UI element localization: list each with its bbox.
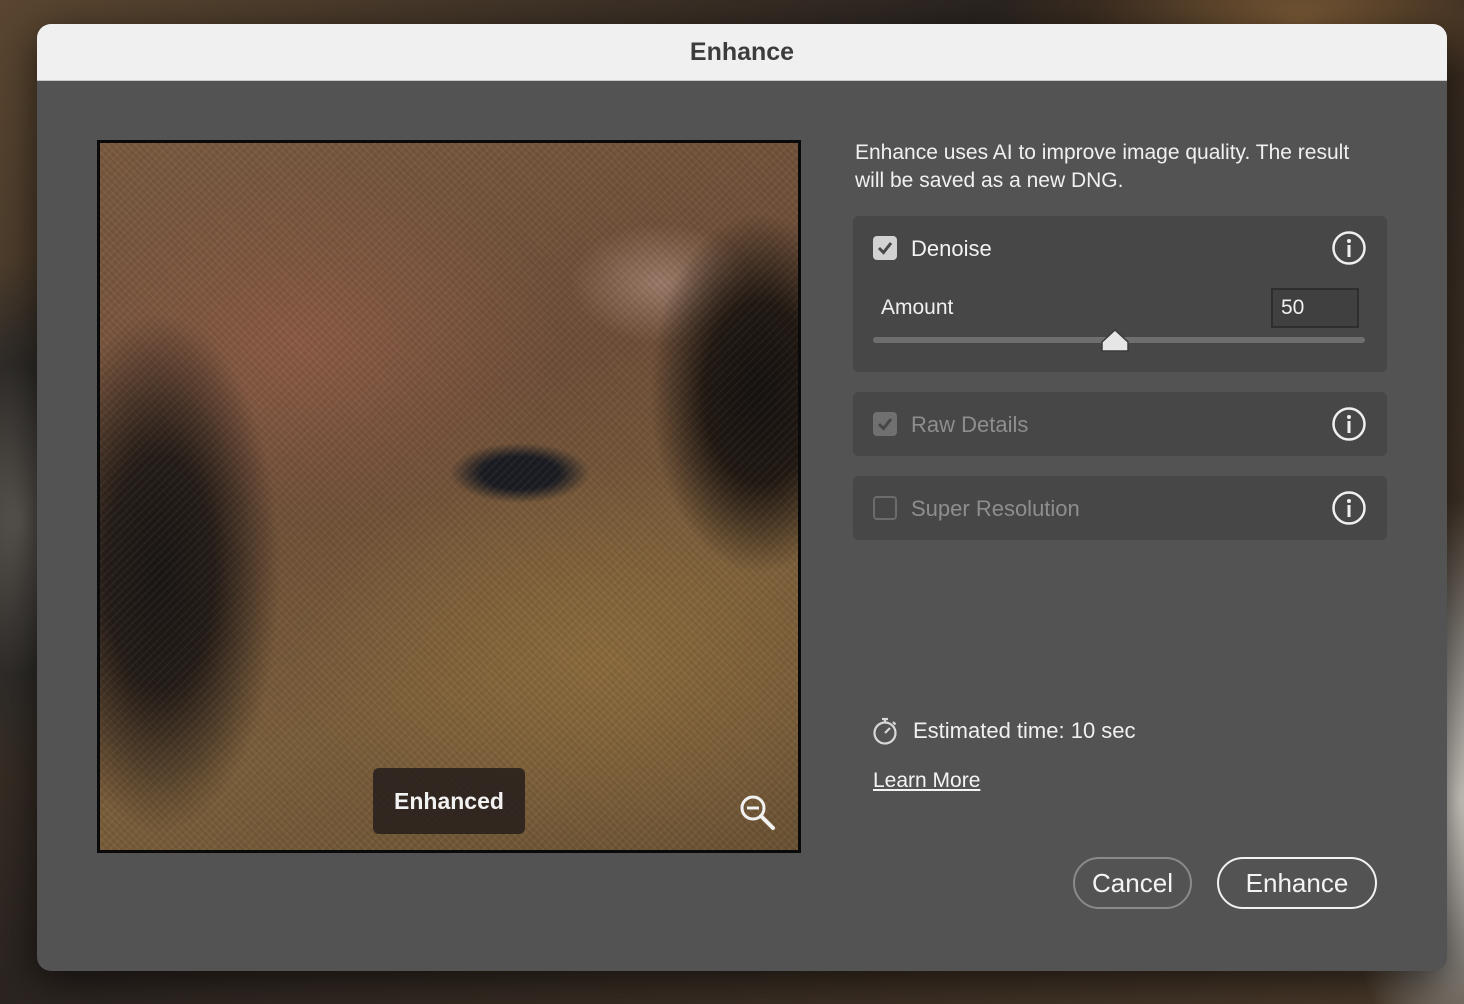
denoise-checkbox[interactable] [873,236,897,260]
amount-slider-thumb[interactable] [1100,327,1130,353]
checkmark-icon [877,418,893,431]
image-preview[interactable]: Enhanced [97,140,801,853]
super-resolution-panel: Super Resolution [853,476,1387,540]
cancel-button[interactable]: Cancel [1073,857,1192,909]
enhance-button[interactable]: Enhance [1217,857,1377,909]
denoise-label: Denoise [911,236,992,261]
estimated-time-text: Estimated time: 10 sec [913,718,1136,743]
info-icon[interactable] [1331,230,1367,266]
amount-label: Amount [881,296,954,319]
denoise-panel: Denoise Amount [853,216,1387,372]
info-icon[interactable] [1331,406,1367,442]
raw-details-label: Raw Details [911,412,1029,437]
learn-more-link[interactable]: Learn More [873,769,980,793]
estimated-time-row: Estimated time: 10 sec [871,716,1136,746]
enhance-dialog: Enhance Enhanced Enhance uses AI to impr… [37,24,1447,971]
super-resolution-label: Super Resolution [911,496,1080,521]
checkmark-icon [877,242,893,255]
dialog-title: Enhance [689,37,795,66]
super-resolution-checkbox[interactable] [873,496,897,520]
description-text: Enhance uses AI to improve image quality… [855,141,1350,192]
amount-field[interactable] [1271,288,1359,328]
title-bar: Enhance [37,24,1447,81]
raw-details-panel: Raw Details [853,392,1387,456]
raw-details-checkbox [873,412,897,436]
info-icon[interactable] [1331,490,1367,526]
enhanced-label: Enhanced [373,768,525,834]
zoom-out-icon[interactable] [738,793,778,833]
stopwatch-icon [873,717,897,745]
